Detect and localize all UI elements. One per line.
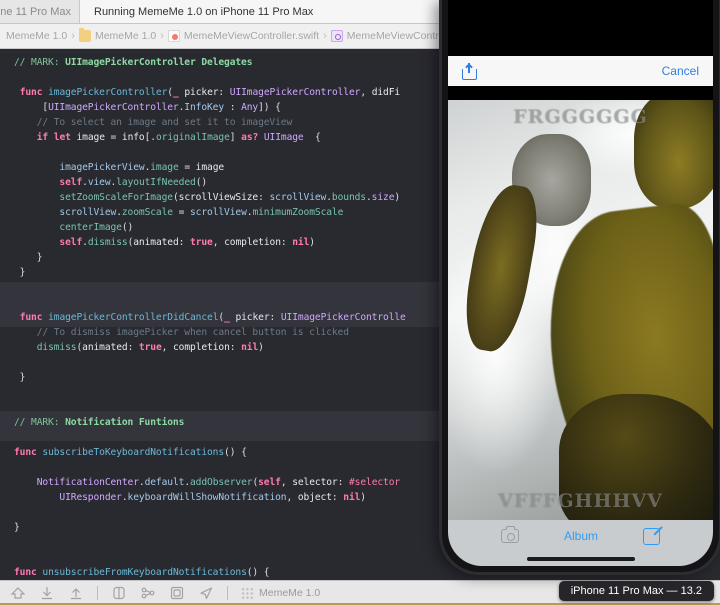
nav-gap: [448, 86, 713, 100]
toolbar-divider: [227, 586, 228, 600]
meme-image-area[interactable]: FRGGGGGG VFFFGHHHVV: [448, 100, 713, 520]
screen-root: one 11 Pro Max Running MemeMe 1.0 on iPh…: [0, 0, 720, 605]
meme-top-text[interactable]: FRGGGGGG: [448, 106, 713, 128]
breadcrumb-label: MemeMe 1.0: [6, 30, 68, 42]
breadcrumb-label: MemeMeViewController.swift: [183, 30, 320, 42]
breadcrumb-item-project[interactable]: MemeMe 1.0: [6, 30, 67, 42]
process-label[interactable]: MemeMe 1.0: [241, 586, 321, 600]
device-status-pill: iPhone 11 Pro Max — 13.2: [558, 581, 714, 601]
share-icon[interactable]: [462, 62, 477, 80]
meme-bottom-text[interactable]: VFFFGHHHVV: [448, 490, 713, 512]
location-simulate-icon[interactable]: [198, 585, 214, 601]
tab-label: Running MemeMe 1.0 on iPhone 11 Pro Max: [94, 5, 314, 18]
class-icon: [330, 30, 343, 42]
breadcrumb-label: MemeMe 1.0: [94, 30, 157, 42]
toolbar-divider: [97, 586, 98, 600]
chevron-right-icon: ›: [323, 30, 327, 42]
home-indicator: [448, 552, 713, 566]
step-into-icon[interactable]: [39, 585, 55, 601]
notch: [521, 0, 640, 22]
continue-icon[interactable]: [10, 585, 26, 601]
compose-icon[interactable]: [643, 527, 661, 545]
view-debugging-icon[interactable]: [111, 585, 127, 601]
phone-chassis: Cancel FRGGGGGG VFFFGHHHVV Album: [439, 0, 720, 575]
chevron-right-icon: ›: [160, 30, 164, 42]
phone-screen[interactable]: Cancel FRGGGGGG VFFFGHHHVV Album: [448, 0, 713, 566]
grid-icon: [241, 586, 254, 600]
tab-label: one 11 Pro Max: [0, 5, 71, 18]
picker-toolbar: Album: [448, 520, 713, 552]
chevron-right-icon: ›: [71, 30, 75, 42]
process-name: MemeMe 1.0: [259, 587, 321, 599]
waterfall-photo: [448, 100, 713, 520]
memory-graph-icon[interactable]: [140, 585, 156, 601]
swift-file-icon: [167, 30, 180, 42]
iphone-simulator[interactable]: Cancel FRGGGGGG VFFFGHHHVV Album: [439, 0, 720, 575]
step-out-icon[interactable]: [68, 585, 84, 601]
album-button[interactable]: Album: [564, 529, 598, 543]
folder-icon: [78, 28, 91, 42]
tab-inactive-device[interactable]: one 11 Pro Max: [0, 0, 80, 23]
breadcrumb-item-file[interactable]: MemeMeViewController.swift: [167, 30, 320, 42]
debug-hierarchy-icon[interactable]: [169, 585, 185, 601]
cancel-button[interactable]: Cancel: [662, 64, 699, 78]
camera-icon[interactable]: [500, 526, 519, 543]
picker-nav-bar: Cancel: [448, 56, 713, 86]
breadcrumb-item-group[interactable]: MemeMe 1.0: [78, 28, 157, 42]
